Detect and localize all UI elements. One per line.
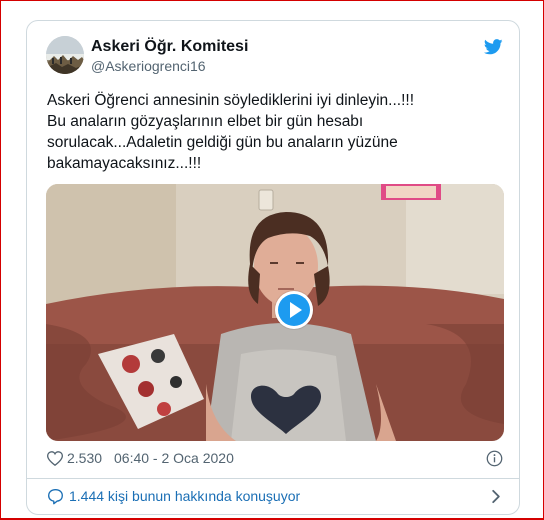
like-count: 2.530 [67, 450, 103, 466]
tweet-meta: 2.530 06:40 - 2 Oca 2020 [47, 449, 503, 469]
tweet-text-line: bakamayacaksınız...!!! [47, 155, 202, 172]
play-button[interactable] [275, 291, 313, 329]
author-name[interactable]: Askeri Öğr. Komitesi [91, 38, 248, 56]
tweet-text-line: Askeri Öğrenci annesinin söylediklerini … [47, 92, 414, 109]
tweet-text-line: Bu anaların gözyaşlarının elbet bir gün … [47, 113, 364, 130]
play-icon [278, 294, 310, 326]
heart-icon [47, 451, 63, 466]
tweet-text-line: sorulacak...Adaletin geldiği gün bu anal… [47, 134, 398, 151]
avatar-image [46, 36, 84, 74]
conversation-link[interactable]: 1.444 kişi bunun hakkında konuşuyor [47, 487, 503, 507]
speech-bubble-icon [48, 489, 63, 505]
info-icon[interactable] [486, 450, 503, 467]
avatar[interactable] [46, 36, 84, 74]
video-player[interactable] [46, 184, 504, 441]
embedded-tweet-card: Askeri Öğr. Komitesi @Askeriogrenci16 As… [26, 20, 520, 515]
tweet-text: Askeri Öğrenci annesinin söylediklerini … [47, 90, 467, 174]
author-handle[interactable]: @Askeriogrenci16 [91, 58, 206, 74]
timestamp-link[interactable]: 06:40 - 2 Oca 2020 [114, 450, 234, 466]
tweet-header: Askeri Öğr. Komitesi @Askeriogrenci16 [46, 36, 503, 80]
divider [27, 478, 519, 479]
chevron-right-icon [492, 489, 500, 504]
conversation-label: 1.444 kişi bunun hakkında konuşuyor [69, 488, 301, 504]
twitter-bird-icon[interactable] [484, 39, 503, 55]
